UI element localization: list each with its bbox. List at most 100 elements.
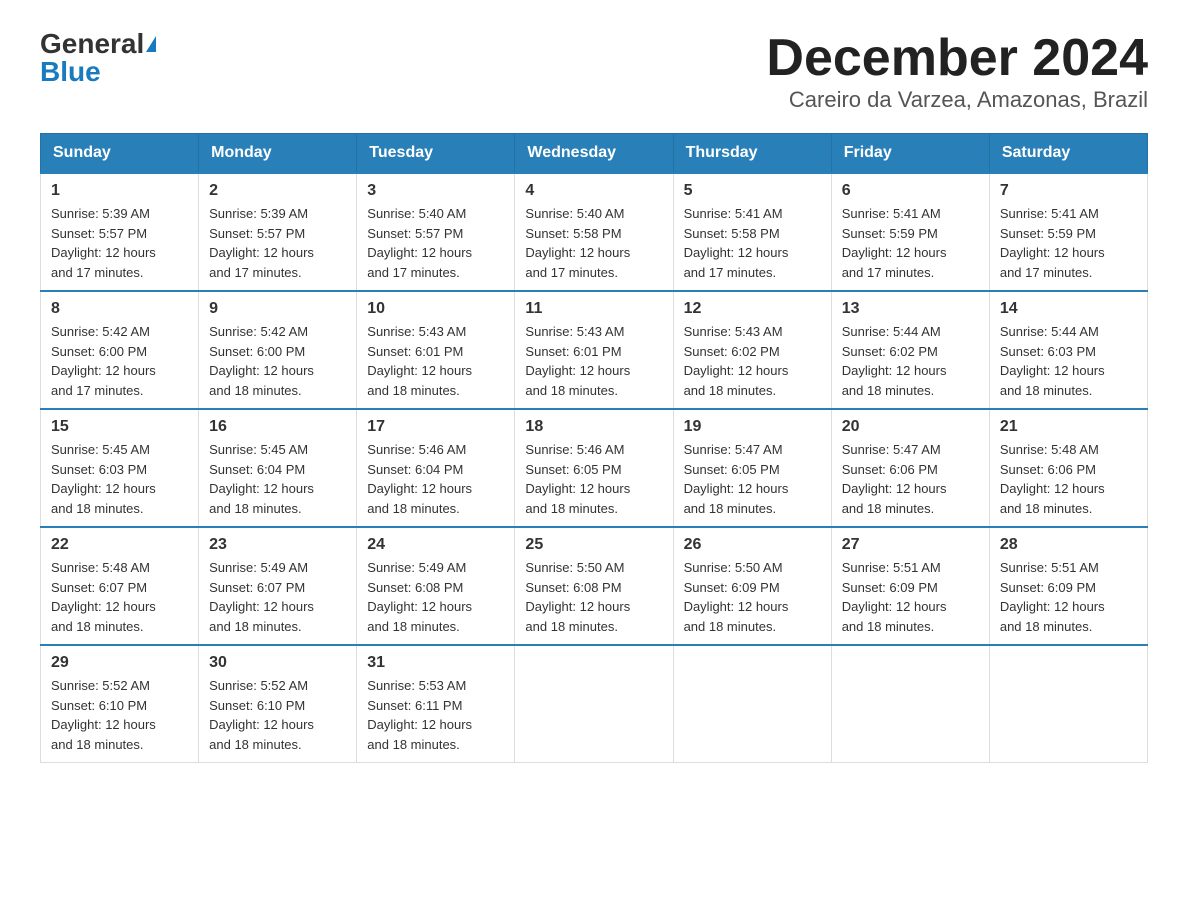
- day-number: 24: [367, 536, 504, 554]
- day-number: 11: [525, 300, 662, 318]
- day-info: Sunrise: 5:41 AMSunset: 5:58 PMDaylight:…: [684, 206, 789, 280]
- day-info: Sunrise: 5:51 AMSunset: 6:09 PMDaylight:…: [842, 560, 947, 634]
- day-info: Sunrise: 5:44 AMSunset: 6:02 PMDaylight:…: [842, 324, 947, 398]
- day-info: Sunrise: 5:48 AMSunset: 6:06 PMDaylight:…: [1000, 442, 1105, 516]
- table-row: 7 Sunrise: 5:41 AMSunset: 5:59 PMDayligh…: [989, 173, 1147, 291]
- header-tuesday: Tuesday: [357, 134, 515, 174]
- week-row-5: 29 Sunrise: 5:52 AMSunset: 6:10 PMDaylig…: [41, 645, 1148, 763]
- table-row: 27 Sunrise: 5:51 AMSunset: 6:09 PMDaylig…: [831, 527, 989, 645]
- logo-general: General: [40, 30, 144, 58]
- table-row: 31 Sunrise: 5:53 AMSunset: 6:11 PMDaylig…: [357, 645, 515, 763]
- table-row: 8 Sunrise: 5:42 AMSunset: 6:00 PMDayligh…: [41, 291, 199, 409]
- day-info: Sunrise: 5:48 AMSunset: 6:07 PMDaylight:…: [51, 560, 156, 634]
- day-number: 1: [51, 182, 188, 200]
- day-number: 15: [51, 418, 188, 436]
- day-number: 26: [684, 536, 821, 554]
- table-row: 15 Sunrise: 5:45 AMSunset: 6:03 PMDaylig…: [41, 409, 199, 527]
- day-number: 25: [525, 536, 662, 554]
- day-number: 18: [525, 418, 662, 436]
- table-row: 21 Sunrise: 5:48 AMSunset: 6:06 PMDaylig…: [989, 409, 1147, 527]
- table-row: 20 Sunrise: 5:47 AMSunset: 6:06 PMDaylig…: [831, 409, 989, 527]
- day-number: 14: [1000, 300, 1137, 318]
- day-number: 9: [209, 300, 346, 318]
- table-row: 19 Sunrise: 5:47 AMSunset: 6:05 PMDaylig…: [673, 409, 831, 527]
- table-row: [989, 645, 1147, 763]
- table-row: 5 Sunrise: 5:41 AMSunset: 5:58 PMDayligh…: [673, 173, 831, 291]
- day-info: Sunrise: 5:52 AMSunset: 6:10 PMDaylight:…: [51, 678, 156, 752]
- week-row-4: 22 Sunrise: 5:48 AMSunset: 6:07 PMDaylig…: [41, 527, 1148, 645]
- logo-triangle-icon: [146, 36, 156, 52]
- day-number: 8: [51, 300, 188, 318]
- table-row: 22 Sunrise: 5:48 AMSunset: 6:07 PMDaylig…: [41, 527, 199, 645]
- day-number: 29: [51, 654, 188, 672]
- day-info: Sunrise: 5:53 AMSunset: 6:11 PMDaylight:…: [367, 678, 472, 752]
- day-info: Sunrise: 5:46 AMSunset: 6:04 PMDaylight:…: [367, 442, 472, 516]
- day-number: 6: [842, 182, 979, 200]
- day-number: 12: [684, 300, 821, 318]
- table-row: 1 Sunrise: 5:39 AMSunset: 5:57 PMDayligh…: [41, 173, 199, 291]
- day-number: 16: [209, 418, 346, 436]
- table-row: 17 Sunrise: 5:46 AMSunset: 6:04 PMDaylig…: [357, 409, 515, 527]
- day-info: Sunrise: 5:39 AMSunset: 5:57 PMDaylight:…: [209, 206, 314, 280]
- title-area: December 2024 Careiro da Varzea, Amazona…: [766, 30, 1148, 113]
- day-info: Sunrise: 5:45 AMSunset: 6:04 PMDaylight:…: [209, 442, 314, 516]
- header-thursday: Thursday: [673, 134, 831, 174]
- table-row: [515, 645, 673, 763]
- day-number: 2: [209, 182, 346, 200]
- day-number: 23: [209, 536, 346, 554]
- day-info: Sunrise: 5:51 AMSunset: 6:09 PMDaylight:…: [1000, 560, 1105, 634]
- weekday-header-row: Sunday Monday Tuesday Wednesday Thursday…: [41, 134, 1148, 174]
- day-info: Sunrise: 5:47 AMSunset: 6:06 PMDaylight:…: [842, 442, 947, 516]
- table-row: 29 Sunrise: 5:52 AMSunset: 6:10 PMDaylig…: [41, 645, 199, 763]
- day-info: Sunrise: 5:42 AMSunset: 6:00 PMDaylight:…: [209, 324, 314, 398]
- table-row: 10 Sunrise: 5:43 AMSunset: 6:01 PMDaylig…: [357, 291, 515, 409]
- header-monday: Monday: [199, 134, 357, 174]
- day-info: Sunrise: 5:43 AMSunset: 6:01 PMDaylight:…: [367, 324, 472, 398]
- table-row: 23 Sunrise: 5:49 AMSunset: 6:07 PMDaylig…: [199, 527, 357, 645]
- day-number: 21: [1000, 418, 1137, 436]
- day-info: Sunrise: 5:39 AMSunset: 5:57 PMDaylight:…: [51, 206, 156, 280]
- table-row: 2 Sunrise: 5:39 AMSunset: 5:57 PMDayligh…: [199, 173, 357, 291]
- page-subtitle: Careiro da Varzea, Amazonas, Brazil: [766, 87, 1148, 113]
- table-row: 16 Sunrise: 5:45 AMSunset: 6:04 PMDaylig…: [199, 409, 357, 527]
- day-info: Sunrise: 5:47 AMSunset: 6:05 PMDaylight:…: [684, 442, 789, 516]
- day-number: 19: [684, 418, 821, 436]
- table-row: 4 Sunrise: 5:40 AMSunset: 5:58 PMDayligh…: [515, 173, 673, 291]
- day-number: 22: [51, 536, 188, 554]
- header-wednesday: Wednesday: [515, 134, 673, 174]
- table-row: 28 Sunrise: 5:51 AMSunset: 6:09 PMDaylig…: [989, 527, 1147, 645]
- day-number: 30: [209, 654, 346, 672]
- table-row: [831, 645, 989, 763]
- day-info: Sunrise: 5:42 AMSunset: 6:00 PMDaylight:…: [51, 324, 156, 398]
- day-info: Sunrise: 5:43 AMSunset: 6:01 PMDaylight:…: [525, 324, 630, 398]
- day-info: Sunrise: 5:44 AMSunset: 6:03 PMDaylight:…: [1000, 324, 1105, 398]
- day-info: Sunrise: 5:45 AMSunset: 6:03 PMDaylight:…: [51, 442, 156, 516]
- day-number: 7: [1000, 182, 1137, 200]
- table-row: 3 Sunrise: 5:40 AMSunset: 5:57 PMDayligh…: [357, 173, 515, 291]
- day-number: 20: [842, 418, 979, 436]
- day-number: 17: [367, 418, 504, 436]
- table-row: 30 Sunrise: 5:52 AMSunset: 6:10 PMDaylig…: [199, 645, 357, 763]
- table-row: 12 Sunrise: 5:43 AMSunset: 6:02 PMDaylig…: [673, 291, 831, 409]
- day-number: 3: [367, 182, 504, 200]
- table-row: 11 Sunrise: 5:43 AMSunset: 6:01 PMDaylig…: [515, 291, 673, 409]
- week-row-3: 15 Sunrise: 5:45 AMSunset: 6:03 PMDaylig…: [41, 409, 1148, 527]
- table-row: 25 Sunrise: 5:50 AMSunset: 6:08 PMDaylig…: [515, 527, 673, 645]
- day-info: Sunrise: 5:50 AMSunset: 6:09 PMDaylight:…: [684, 560, 789, 634]
- week-row-2: 8 Sunrise: 5:42 AMSunset: 6:00 PMDayligh…: [41, 291, 1148, 409]
- day-number: 10: [367, 300, 504, 318]
- day-info: Sunrise: 5:46 AMSunset: 6:05 PMDaylight:…: [525, 442, 630, 516]
- table-row: 26 Sunrise: 5:50 AMSunset: 6:09 PMDaylig…: [673, 527, 831, 645]
- day-info: Sunrise: 5:41 AMSunset: 5:59 PMDaylight:…: [1000, 206, 1105, 280]
- day-info: Sunrise: 5:40 AMSunset: 5:57 PMDaylight:…: [367, 206, 472, 280]
- page-title: December 2024: [766, 30, 1148, 87]
- table-row: 24 Sunrise: 5:49 AMSunset: 6:08 PMDaylig…: [357, 527, 515, 645]
- day-info: Sunrise: 5:41 AMSunset: 5:59 PMDaylight:…: [842, 206, 947, 280]
- week-row-1: 1 Sunrise: 5:39 AMSunset: 5:57 PMDayligh…: [41, 173, 1148, 291]
- table-row: 6 Sunrise: 5:41 AMSunset: 5:59 PMDayligh…: [831, 173, 989, 291]
- day-number: 31: [367, 654, 504, 672]
- day-info: Sunrise: 5:52 AMSunset: 6:10 PMDaylight:…: [209, 678, 314, 752]
- logo: General Blue: [40, 30, 156, 86]
- day-info: Sunrise: 5:50 AMSunset: 6:08 PMDaylight:…: [525, 560, 630, 634]
- day-info: Sunrise: 5:43 AMSunset: 6:02 PMDaylight:…: [684, 324, 789, 398]
